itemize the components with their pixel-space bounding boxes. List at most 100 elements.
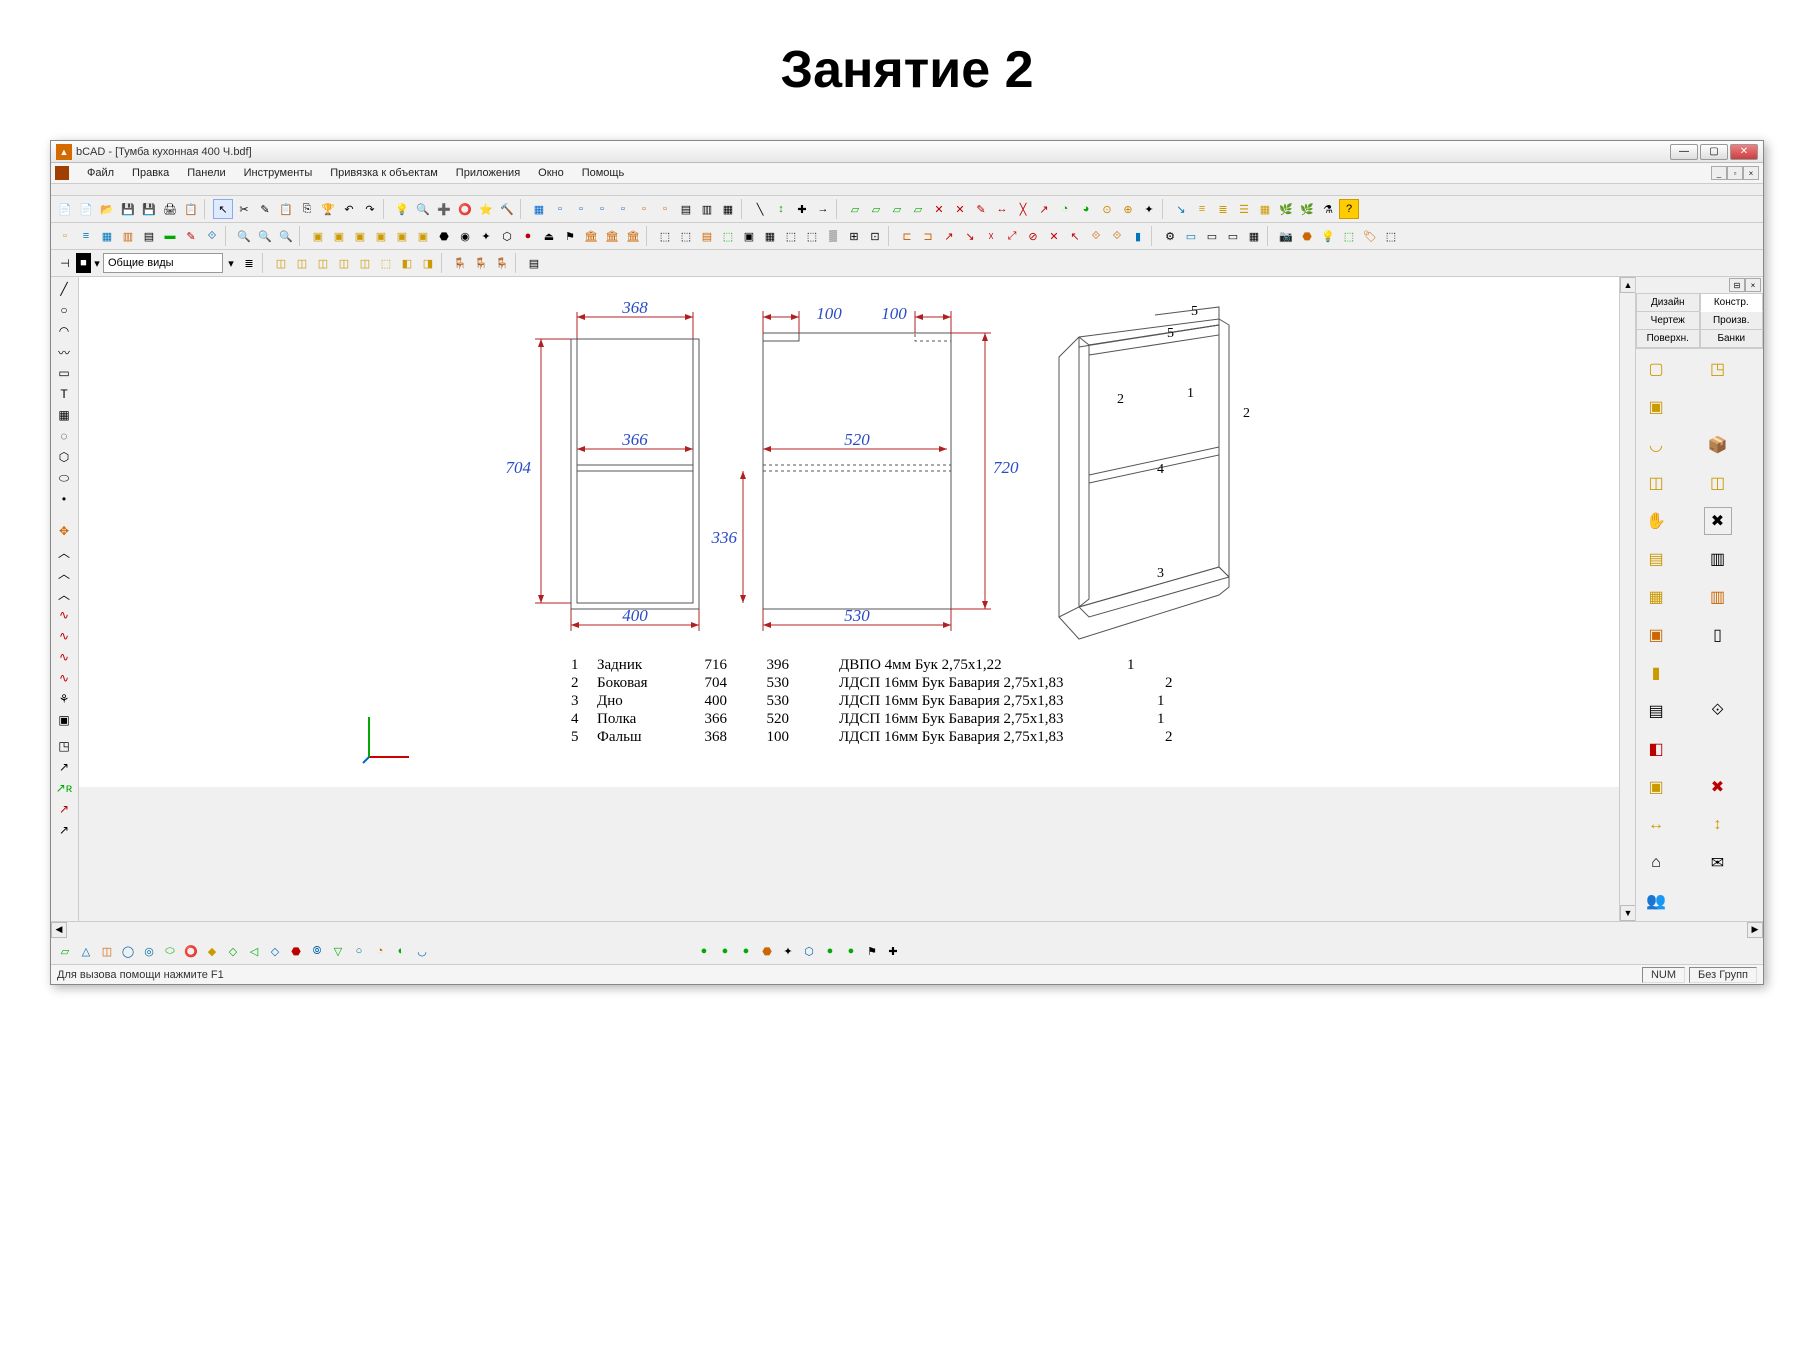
t1-icon[interactable]: ⬚ xyxy=(655,226,675,246)
plus-icon[interactable]: ➕ xyxy=(434,199,454,219)
q2-icon[interactable]: ≡ xyxy=(1192,199,1212,219)
panel-icon-2[interactable]: ◳ xyxy=(1704,355,1732,383)
l6-icon[interactable]: ∿ xyxy=(53,647,75,667)
mdi-restore[interactable]: ▫ xyxy=(1727,166,1743,180)
t5-icon[interactable]: ▣ xyxy=(739,226,759,246)
lB-icon[interactable]: ↗ xyxy=(53,757,75,777)
bt-20-icon[interactable]: ● xyxy=(715,941,735,961)
fur-2-icon[interactable]: 🪑 xyxy=(471,253,491,273)
bt-17-icon[interactable]: ◐ xyxy=(391,941,411,961)
menu-apps[interactable]: Приложения xyxy=(452,165,524,181)
dropdown2-icon[interactable]: ▾ xyxy=(224,253,238,273)
region-tool-icon[interactable]: ◌ xyxy=(53,426,75,446)
w3-icon[interactable]: 💡 xyxy=(1318,226,1338,246)
star-icon[interactable]: ⭐ xyxy=(476,199,496,219)
u7-icon[interactable]: ⊘ xyxy=(1023,226,1043,246)
iso-1-icon[interactable]: ◫ xyxy=(271,253,291,273)
bt-12-icon[interactable]: ⬣ xyxy=(286,941,306,961)
r5-icon[interactable]: ▤ xyxy=(139,226,159,246)
t2-icon[interactable]: ⬚ xyxy=(676,226,696,246)
u1-icon[interactable]: ⊏ xyxy=(897,226,917,246)
close-button[interactable]: ✕ xyxy=(1730,144,1758,160)
panel-icon-22[interactable]: ↔ xyxy=(1642,811,1670,839)
l1-icon[interactable]: ︿ xyxy=(53,542,75,562)
print-icon[interactable]: 🖨 xyxy=(160,199,180,219)
menu-panels[interactable]: Панели xyxy=(183,165,229,181)
zoom-all-icon[interactable]: 🔍 xyxy=(234,226,254,246)
move-tool-icon[interactable]: ✥ xyxy=(53,521,75,541)
bt-10-icon[interactable]: ◁ xyxy=(244,941,264,961)
view-selector[interactable] xyxy=(103,253,223,273)
uA-icon[interactable]: ⟐ xyxy=(1086,226,1106,246)
u5-icon[interactable]: ☓ xyxy=(981,226,1001,246)
open-icon[interactable]: 📂 xyxy=(97,199,117,219)
hatch-tool-icon[interactable]: ▦ xyxy=(53,405,75,425)
panel-icon-10[interactable]: ▤ xyxy=(1642,545,1670,573)
view-h-icon[interactable]: ▥ xyxy=(697,199,717,219)
viewport[interactable]: 368 366 704 400 xyxy=(79,277,1619,787)
v3-icon[interactable]: ▭ xyxy=(1202,226,1222,246)
tab-drawing[interactable]: Чертеж xyxy=(1636,312,1700,330)
fur-3-icon[interactable]: 🪑 xyxy=(492,253,512,273)
pE-icon[interactable]: ⊕ xyxy=(1118,199,1138,219)
tab-surface[interactable]: Поверхн. xyxy=(1636,330,1700,348)
bt-25-icon[interactable]: ● xyxy=(820,941,840,961)
new-icon[interactable]: 📄 xyxy=(55,199,75,219)
p8-icon[interactable]: ↔ xyxy=(992,199,1012,219)
tB-icon[interactable]: ⊡ xyxy=(865,226,885,246)
r3-icon[interactable]: ▦ xyxy=(97,226,117,246)
iso-7-icon[interactable]: ◧ xyxy=(397,253,417,273)
panel-icon-13[interactable]: ▥ xyxy=(1704,583,1732,611)
pA-icon[interactable]: ↗ xyxy=(1034,199,1054,219)
w5-icon[interactable]: 🏷 xyxy=(1360,226,1380,246)
zoom-icon[interactable]: 🔍 xyxy=(413,199,433,219)
arc-tool-icon[interactable]: ◠ xyxy=(53,321,75,341)
panel-icon-14[interactable]: ▣ xyxy=(1642,621,1670,649)
panel-icon-19[interactable]: ◧ xyxy=(1642,735,1670,763)
r4-icon[interactable]: ▥ xyxy=(118,226,138,246)
v5-icon[interactable]: ▦ xyxy=(1244,226,1264,246)
p9-icon[interactable]: ╳ xyxy=(1013,199,1033,219)
iso-8-icon[interactable]: ◨ xyxy=(418,253,438,273)
panel-close-icon[interactable]: × xyxy=(1745,278,1761,292)
p6-icon[interactable]: ✕ xyxy=(950,199,970,219)
hammer-icon[interactable]: 🔨 xyxy=(497,199,517,219)
edit-icon[interactable]: ✎ xyxy=(255,199,275,219)
panel-icon-11[interactable]: ▥ xyxy=(1704,545,1732,573)
t4-icon[interactable]: ⬚ xyxy=(718,226,738,246)
bt-5-icon[interactable]: ◎ xyxy=(139,941,159,961)
layers-icon[interactable]: ≣ xyxy=(239,253,259,273)
panel-icon-21[interactable]: ✖ xyxy=(1704,773,1732,801)
bt-16-icon[interactable]: ◔ xyxy=(370,941,390,961)
ellipse-tool-icon[interactable]: ⬭ xyxy=(53,468,75,488)
iso-5-icon[interactable]: ◫ xyxy=(355,253,375,273)
iso-3-icon[interactable]: ◫ xyxy=(313,253,333,273)
view-a-icon[interactable]: ▫ xyxy=(550,199,570,219)
menu-tools[interactable]: Инструменты xyxy=(240,165,317,181)
dim-cross-icon[interactable]: ✚ xyxy=(792,199,812,219)
minimize-button[interactable]: — xyxy=(1670,144,1698,160)
bt-2-icon[interactable]: △ xyxy=(76,941,96,961)
bt-18-icon[interactable]: ◡ xyxy=(412,941,432,961)
panel-icon-18[interactable]: ⟐ xyxy=(1704,697,1732,725)
bt-19-icon[interactable]: ● xyxy=(694,941,714,961)
panel-icon-26[interactable]: 👥 xyxy=(1642,887,1670,915)
scroll-right-icon[interactable]: ▶ xyxy=(1747,922,1763,938)
lD-icon[interactable]: ↗ xyxy=(53,799,75,819)
menu-edit[interactable]: Правка xyxy=(128,165,173,181)
bt-15-icon[interactable]: ○ xyxy=(349,941,369,961)
p7-icon[interactable]: ✎ xyxy=(971,199,991,219)
circle-icon[interactable]: ⭕ xyxy=(455,199,475,219)
s3-icon[interactable]: ✦ xyxy=(476,226,496,246)
menu-window[interactable]: Окно xyxy=(534,165,568,181)
l3-icon[interactable]: ︿ xyxy=(53,584,75,604)
bt-24-icon[interactable]: ⬡ xyxy=(799,941,819,961)
u6-icon[interactable]: ⤢ xyxy=(1002,226,1022,246)
view-f-icon[interactable]: ▫ xyxy=(655,199,675,219)
r1-icon[interactable]: ▫ xyxy=(55,226,75,246)
s8-icon[interactable]: 🏛 xyxy=(581,226,601,246)
circle-tool-icon[interactable]: ○ xyxy=(53,300,75,320)
u9-icon[interactable]: ↖ xyxy=(1065,226,1085,246)
p5-icon[interactable]: ✕ xyxy=(929,199,949,219)
view-front-icon[interactable]: ▦ xyxy=(529,199,549,219)
